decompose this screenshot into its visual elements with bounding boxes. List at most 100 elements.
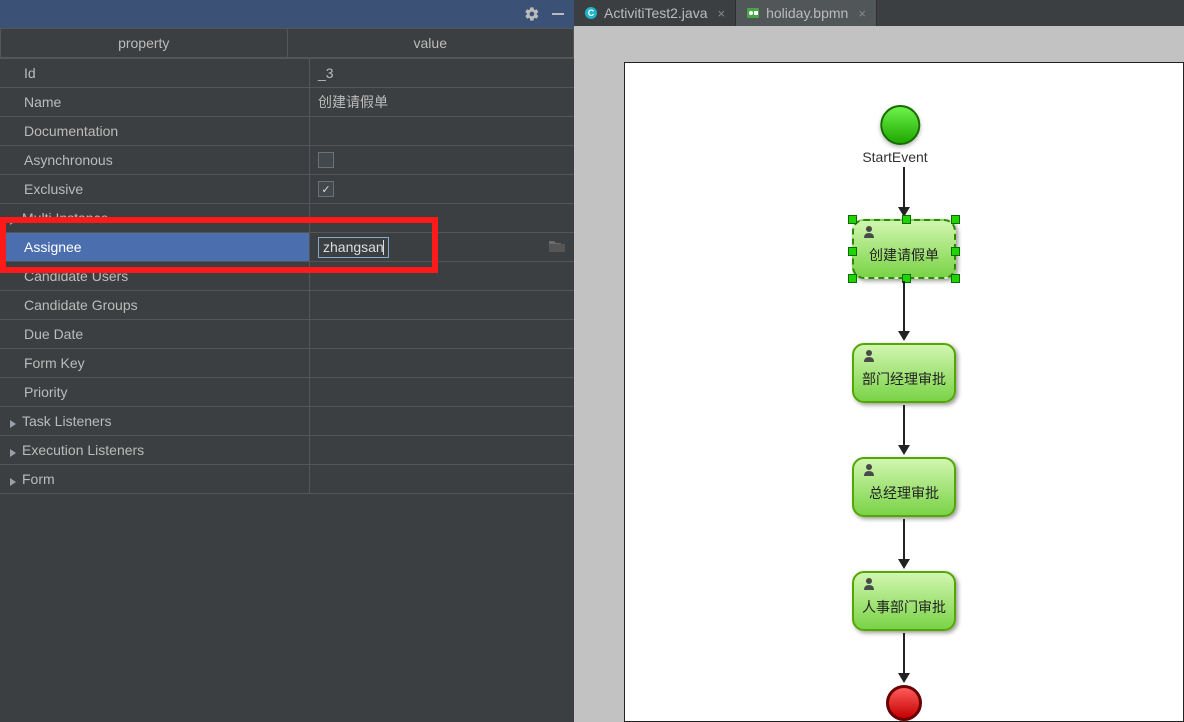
label-name: Name [0,88,310,116]
tabs-bar: C ActivitiTest2.java × holiday.bpmn × [574,0,1184,26]
label-exclusive: Exclusive [0,175,310,203]
expand-icon[interactable] [8,213,18,223]
label-id: Id [0,59,310,87]
end-event[interactable] [886,685,922,721]
minimize-icon[interactable] [550,6,566,22]
value-assignee[interactable]: zhangsan [310,233,574,261]
value-candidate-users[interactable] [310,262,574,290]
row-id[interactable]: Id _3 [0,59,574,88]
task-create-request[interactable]: 创建请假单 [852,219,956,279]
assignee-input[interactable]: zhangsan [318,237,389,258]
label-candidate-groups: Candidate Groups [0,291,310,319]
value-priority[interactable] [310,378,574,406]
gear-icon[interactable] [524,6,540,22]
expand-icon[interactable] [8,474,18,484]
diagram-canvas[interactable]: StartEvent 创建请假单 [574,26,1184,722]
task-dept-manager-approve[interactable]: 部门经理审批 [852,343,956,403]
row-assignee[interactable]: Assignee zhangsan [0,233,574,262]
user-icon [862,463,876,477]
user-icon [862,225,876,239]
row-priority[interactable]: Priority [0,378,574,407]
label-execution-listeners: Execution Listeners [0,436,310,464]
tab-holiday[interactable]: holiday.bpmn × [736,0,877,26]
row-asynchronous[interactable]: Asynchronous [0,146,574,175]
value-form [310,465,574,493]
property-table-body: Id _3 Name 创建请假单 Documentation Asynchron… [0,59,574,722]
label-task-listeners: Task Listeners [0,407,310,435]
user-icon [862,349,876,363]
close-icon[interactable]: × [717,6,725,21]
value-multi-instance [310,204,574,232]
value-documentation[interactable] [310,117,574,145]
task-label: 人事部门审批 [862,597,946,617]
task-box[interactable]: 总经理审批 [852,457,956,517]
row-candidate-groups[interactable]: Candidate Groups [0,291,574,320]
task-general-manager-approve[interactable]: 总经理审批 [852,457,956,517]
header-property: property [0,28,287,58]
end-circle-icon [886,685,922,721]
header-value: value [287,28,575,58]
task-hr-approve[interactable]: 人事部门审批 [852,571,956,631]
canvas-page: StartEvent 创建请假单 [624,62,1184,722]
value-candidate-groups[interactable] [310,291,574,319]
row-due-date[interactable]: Due Date [0,320,574,349]
row-form[interactable]: Form [0,465,574,494]
expand-icon[interactable] [8,445,18,455]
value-exclusive[interactable]: ✓ [310,175,574,203]
value-id[interactable]: _3 [310,59,574,87]
user-icon [862,577,876,591]
row-documentation[interactable]: Documentation [0,117,574,146]
label-assignee: Assignee [0,233,310,261]
editor-panel: C ActivitiTest2.java × holiday.bpmn × St… [574,0,1184,722]
value-name[interactable]: 创建请假单 [310,88,574,116]
class-icon: C [584,6,598,20]
row-candidate-users[interactable]: Candidate Users [0,262,574,291]
task-label: 部门经理审批 [862,369,946,389]
row-form-key[interactable]: Form Key [0,349,574,378]
start-event-label: StartEvent [862,149,927,165]
value-form-key[interactable] [310,349,574,377]
checkbox-exclusive[interactable]: ✓ [318,181,334,197]
flow-arrow [898,519,910,569]
task-label: 总经理审批 [862,483,946,503]
svg-text:C: C [588,8,595,18]
flow-arrow [898,167,910,217]
task-box[interactable]: 部门经理审批 [852,343,956,403]
value-task-listeners [310,407,574,435]
label-asynchronous: Asynchronous [0,146,310,174]
value-asynchronous[interactable] [310,146,574,174]
flow-arrow [898,633,910,683]
task-box[interactable]: 创建请假单 [852,219,956,279]
bpmn-icon [746,6,760,20]
value-execution-listeners [310,436,574,464]
label-priority: Priority [0,378,310,406]
row-name[interactable]: Name 创建请假单 [0,88,574,117]
folder-icon[interactable] [548,239,566,256]
row-execution-listeners[interactable]: Execution Listeners [0,436,574,465]
panel-header [0,0,574,28]
start-circle-icon [880,105,920,145]
property-table-header: property value [0,28,574,59]
value-due-date[interactable] [310,320,574,348]
properties-panel: property value Id _3 Name 创建请假单 Document… [0,0,574,722]
label-documentation: Documentation [0,117,310,145]
row-exclusive[interactable]: Exclusive ✓ [0,175,574,204]
expand-icon[interactable] [8,416,18,426]
flow-arrow [898,281,910,341]
label-form: Form [0,465,310,493]
start-event[interactable]: StartEvent [880,105,927,165]
flow-arrow [898,405,910,455]
tab-label: holiday.bpmn [766,5,848,21]
label-form-key: Form Key [0,349,310,377]
text-cursor [383,240,384,255]
label-due-date: Due Date [0,320,310,348]
close-icon[interactable]: × [858,6,866,21]
checkbox-asynchronous[interactable] [318,152,334,168]
tab-label: ActivitiTest2.java [604,5,707,21]
task-label: 创建请假单 [862,245,946,265]
row-multi-instance[interactable]: Multi Instance [0,204,574,233]
task-box[interactable]: 人事部门审批 [852,571,956,631]
label-candidate-users: Candidate Users [0,262,310,290]
row-task-listeners[interactable]: Task Listeners [0,407,574,436]
tab-activititest2[interactable]: C ActivitiTest2.java × [574,0,736,26]
